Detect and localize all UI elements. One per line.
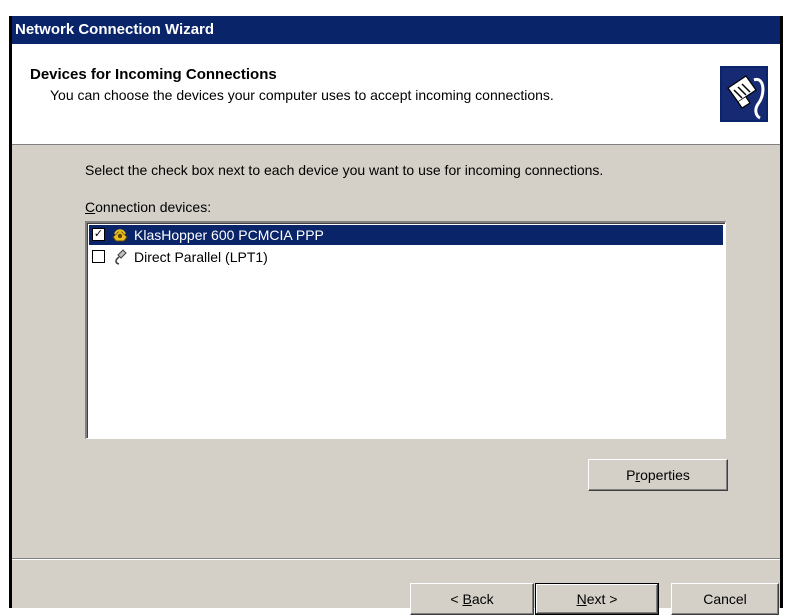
- title-bar[interactable]: Network Connection Wizard: [12, 16, 780, 44]
- footer-divider: [12, 558, 780, 560]
- list-item[interactable]: ✓ KlasHopper 600 PCMCIA PPP: [89, 225, 723, 245]
- device-checkbox[interactable]: ✓: [92, 228, 105, 241]
- device-checkbox[interactable]: [92, 250, 105, 263]
- modem-phone-icon: [112, 229, 128, 242]
- list-item[interactable]: Direct Parallel (LPT1): [89, 247, 723, 267]
- parallel-cable-icon: [115, 249, 127, 265]
- next-button[interactable]: Next >: [535, 583, 659, 615]
- device-label: KlasHopper 600 PCMCIA PPP: [134, 227, 324, 243]
- back-button[interactable]: < Back: [410, 583, 534, 615]
- window-title: Network Connection Wizard: [15, 21, 215, 38]
- connection-devices-list[interactable]: ✓ KlasHopper 600 PCMCIA PPP Direct Paral…: [85, 221, 726, 439]
- device-label: Direct Parallel (LPT1): [134, 249, 268, 265]
- cancel-button[interactable]: Cancel: [671, 583, 779, 615]
- header-title: Devices for Incoming Connections: [30, 66, 277, 83]
- header-subtitle: You can choose the devices your computer…: [50, 87, 554, 103]
- properties-button[interactable]: Properties: [588, 459, 728, 491]
- connection-devices-label: Connection devices:: [85, 199, 212, 215]
- wizard-window: Network Connection Wizard Devices for In…: [9, 16, 783, 615]
- instruction-text: Select the check box next to each device…: [85, 162, 604, 178]
- network-plug-icon: [720, 66, 768, 122]
- wizard-header: Devices for Incoming Connections You can…: [12, 44, 780, 145]
